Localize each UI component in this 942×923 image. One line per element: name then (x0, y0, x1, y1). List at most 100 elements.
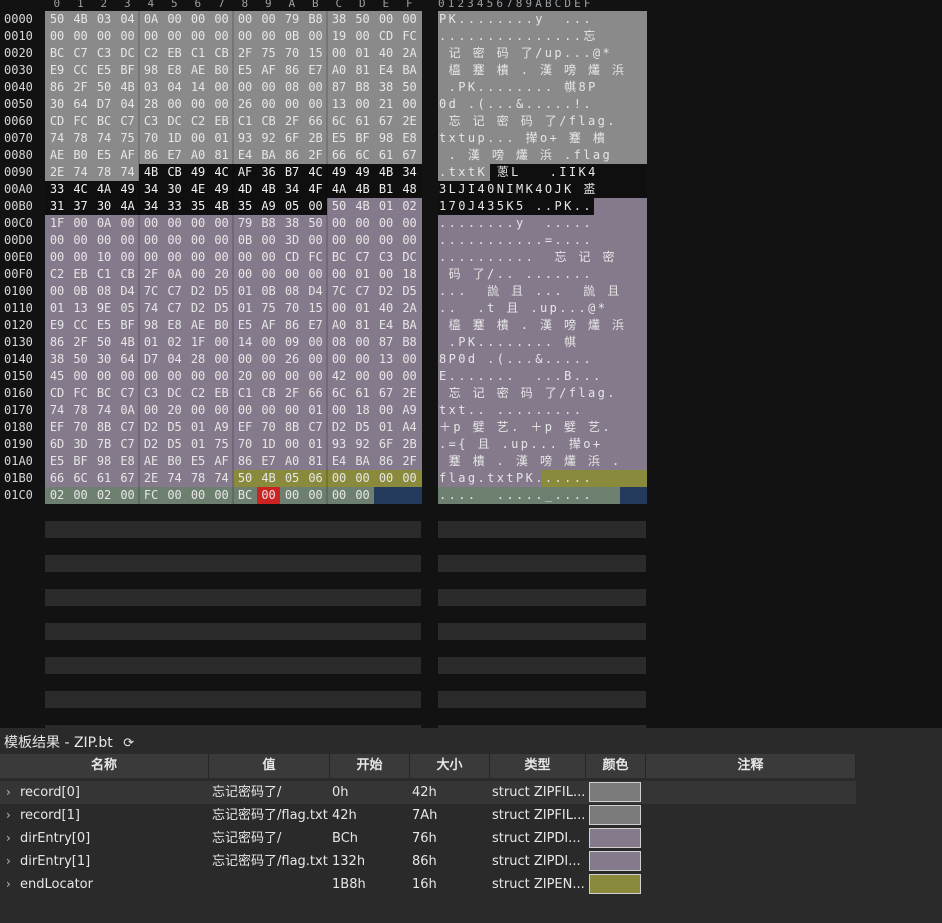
hex-byte[interactable]: 00 (350, 334, 375, 351)
text-row[interactable]: ...........=.... (439, 232, 647, 249)
hex-byte[interactable]: 01 (374, 198, 399, 215)
column-header-color[interactable]: 颜色 (586, 754, 646, 778)
text-row[interactable]: .......... 忘 记 密 (439, 249, 647, 266)
color-swatch[interactable] (589, 782, 641, 802)
hex-byte[interactable]: 01 (233, 300, 258, 317)
hex-byte[interactable]: 01 (303, 402, 328, 419)
hex-byte[interactable]: 05 (280, 198, 305, 215)
hex-byte[interactable]: 00 (374, 402, 399, 419)
hex-byte[interactable]: 86 (280, 317, 305, 334)
hex-byte[interactable]: 00 (327, 402, 352, 419)
hex-byte[interactable]: 00 (256, 266, 281, 283)
hex-byte[interactable]: A0 (186, 147, 211, 164)
hex-byte[interactable]: DC (115, 45, 140, 62)
text-row[interactable]: ... 詤 且 ... 詤 且 (439, 283, 647, 300)
hex-byte[interactable]: 00 (186, 266, 211, 283)
hex-byte[interactable]: 4A (92, 181, 117, 198)
hex-byte[interactable]: 18 (350, 402, 375, 419)
hex-byte[interactable]: B8 (350, 79, 375, 96)
hex-byte[interactable]: 00 (350, 232, 375, 249)
hex-byte[interactable]: 00 (303, 232, 328, 249)
hex-byte[interactable]: 00 (209, 249, 234, 266)
hex-byte[interactable]: 00 (92, 232, 117, 249)
hex-byte[interactable]: 1F (45, 215, 70, 232)
hex-byte[interactable]: BC (45, 45, 70, 62)
hex-byte[interactable]: A0 (327, 62, 352, 79)
hex-byte[interactable]: 00 (303, 28, 328, 45)
hex-byte[interactable]: 2E (397, 385, 422, 402)
hex-byte[interactable]: 00 (115, 249, 140, 266)
color-swatch[interactable] (589, 828, 641, 848)
hex-byte[interactable]: BA (350, 453, 375, 470)
hex-byte[interactable]: 50 (68, 351, 93, 368)
hex-byte[interactable]: D2 (374, 283, 399, 300)
hex-byte[interactable]: 00 (397, 215, 422, 232)
hex-byte[interactable]: E5 (45, 453, 70, 470)
hex-byte[interactable]: 18 (397, 266, 422, 283)
hex-byte[interactable]: AE (186, 317, 211, 334)
hex-byte[interactable]: CB (209, 45, 234, 62)
hex-byte[interactable]: EF (233, 419, 258, 436)
hex-byte[interactable]: 00 (209, 232, 234, 249)
hex-byte[interactable]: 67 (115, 470, 140, 487)
hex-byte[interactable]: 2F (303, 147, 328, 164)
hex-byte[interactable]: 50 (45, 11, 70, 28)
color-swatch[interactable] (589, 851, 641, 871)
hex-byte[interactable]: 00 (115, 232, 140, 249)
hex-byte[interactable]: E7 (303, 317, 328, 334)
hex-byte[interactable]: 00 (327, 45, 352, 62)
hex-byte[interactable]: 00 (303, 487, 328, 504)
hex-byte[interactable]: 50 (233, 470, 258, 487)
hex-byte[interactable]: CB (256, 385, 281, 402)
hex-byte[interactable]: D2 (139, 436, 164, 453)
hex-byte[interactable]: 2F (68, 334, 93, 351)
hex-byte[interactable]: 98 (374, 130, 399, 147)
hex-byte[interactable]: 00 (139, 215, 164, 232)
hex-byte[interactable]: 67 (397, 147, 422, 164)
text-row[interactable]: E....... ...B... (439, 368, 647, 385)
hex-byte[interactable]: 38 (45, 351, 70, 368)
hex-byte[interactable]: 00 (162, 232, 187, 249)
hex-byte[interactable]: 00 (162, 96, 187, 113)
hex-byte[interactable]: 00 (256, 28, 281, 45)
hex-byte[interactable]: A9 (397, 402, 422, 419)
hex-byte[interactable]: 00 (303, 96, 328, 113)
text-row[interactable]: ＋p 嬖 艺. ＋p 嬖 艺. (439, 419, 647, 436)
hex-byte[interactable]: AE (45, 147, 70, 164)
hex-byte[interactable]: 81 (350, 317, 375, 334)
hex-byte[interactable]: 03 (139, 79, 164, 96)
hex-byte[interactable]: 9E (92, 300, 117, 317)
hex-byte[interactable]: 2F (280, 385, 305, 402)
hex-byte[interactable]: BC (92, 385, 117, 402)
hex-byte[interactable]: 1D (162, 130, 187, 147)
hex-byte[interactable]: 50 (92, 334, 117, 351)
hex-byte[interactable]: 81 (209, 147, 234, 164)
text-row[interactable]: 170J435K5 ..PK.. (439, 198, 647, 215)
hex-byte[interactable]: 28 (139, 96, 164, 113)
hex-byte[interactable]: 40 (374, 300, 399, 317)
hex-byte[interactable]: 6C (327, 385, 352, 402)
hex-byte[interactable]: D5 (397, 283, 422, 300)
hex-byte[interactable]: 50 (350, 11, 375, 28)
hex-byte[interactable]: 00 (397, 470, 422, 487)
hex-byte[interactable]: 67 (374, 113, 399, 130)
hex-byte[interactable]: 01 (374, 419, 399, 436)
hex-byte[interactable]: 28 (186, 351, 211, 368)
hex-byte[interactable]: A0 (280, 453, 305, 470)
hex-byte[interactable]: 01 (303, 436, 328, 453)
hex-byte[interactable]: 1F (186, 334, 211, 351)
hex-byte[interactable]: 38 (374, 79, 399, 96)
hex-byte[interactable]: 04 (115, 11, 140, 28)
hex-byte[interactable]: E9 (45, 62, 70, 79)
hex-byte[interactable]: EB (209, 385, 234, 402)
text-row[interactable]: txtup... 撵o+ 蹇 樻 (439, 130, 647, 147)
hex-byte[interactable]: 50 (327, 198, 352, 215)
hex-byte[interactable]: 00 (139, 249, 164, 266)
hex-byte[interactable] (397, 487, 422, 504)
hex-byte[interactable]: 2A (397, 45, 422, 62)
hex-byte[interactable]: D4 (115, 283, 140, 300)
hex-byte[interactable]: 4F (303, 181, 328, 198)
hex-byte[interactable]: C7 (162, 300, 187, 317)
hex-byte[interactable]: 00 (327, 215, 352, 232)
hex-byte[interactable]: 00 (68, 368, 93, 385)
